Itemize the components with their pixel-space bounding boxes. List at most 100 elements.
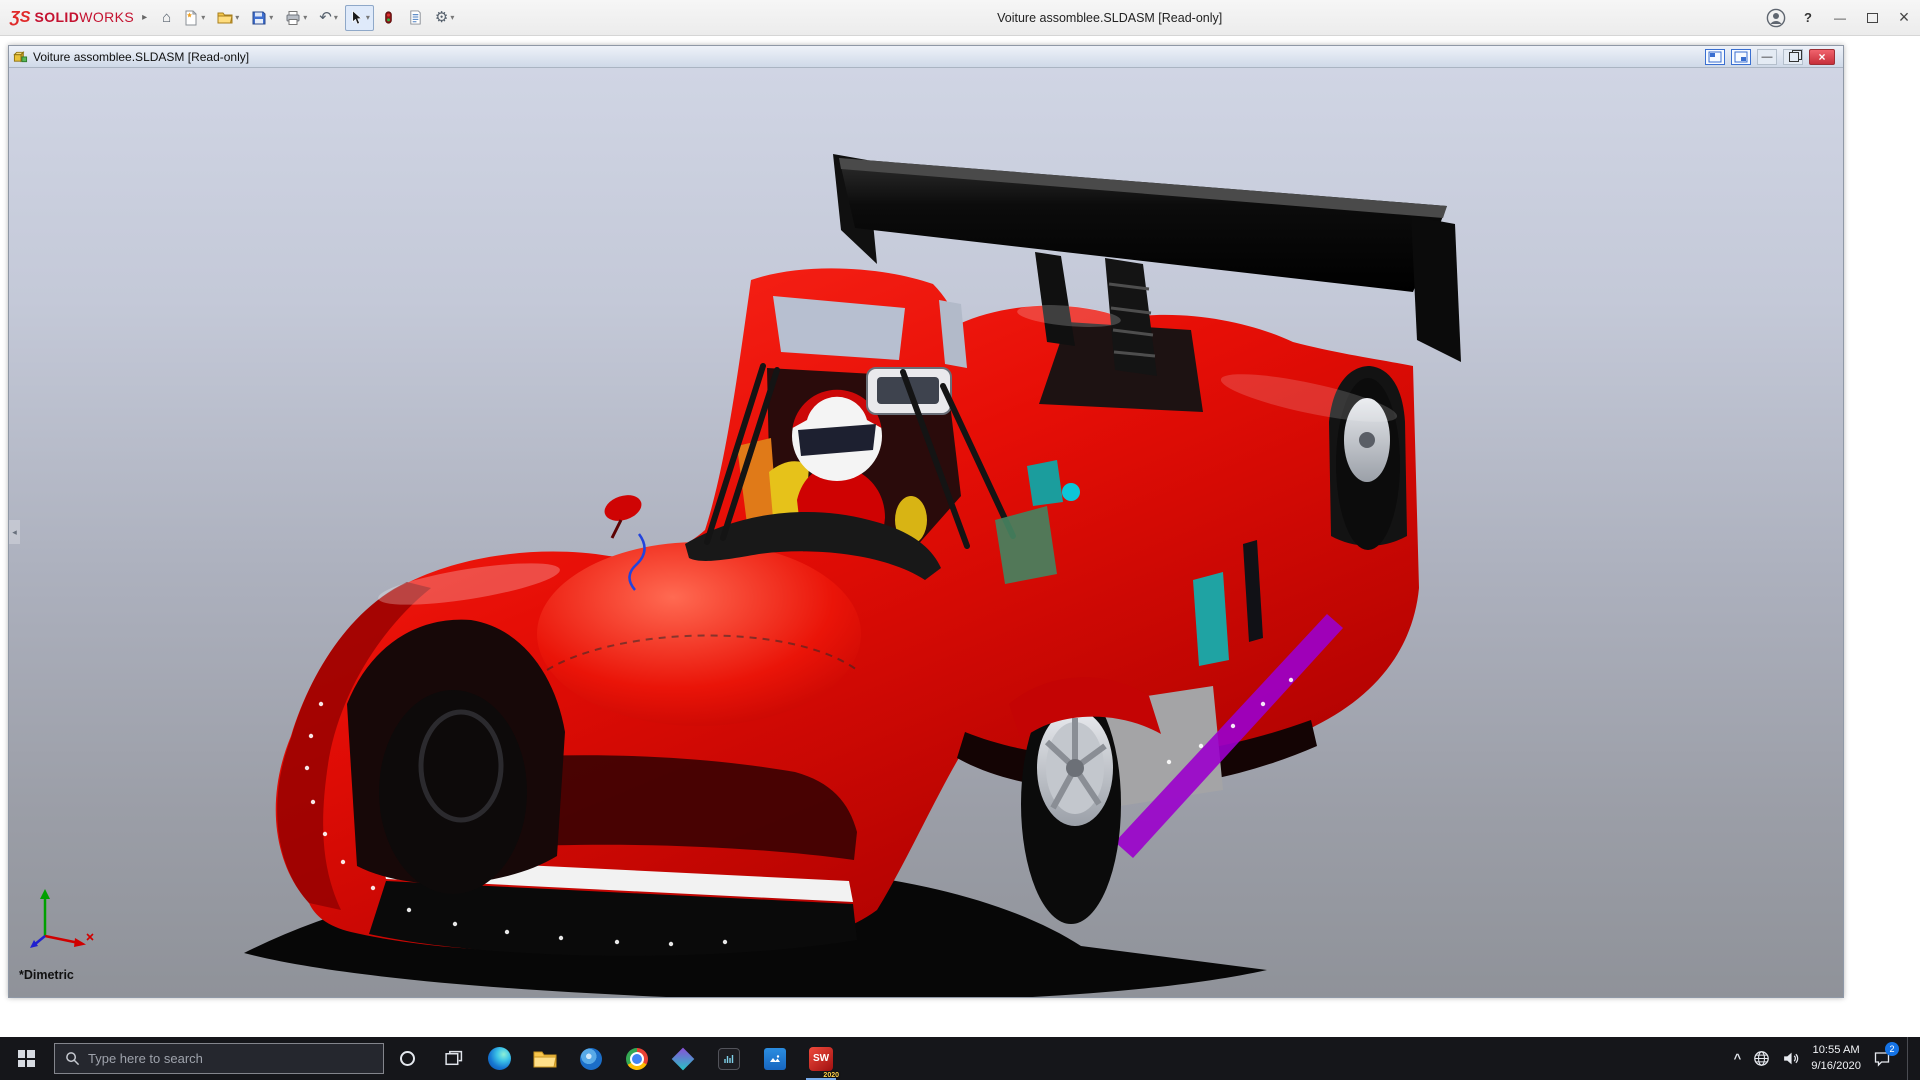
windows-logo-icon xyxy=(17,1050,35,1067)
tile-window-icon xyxy=(1708,51,1722,62)
far-hub xyxy=(1359,432,1375,448)
app-title: Voiture assomblee.SLDASM [Read-only] xyxy=(997,10,1223,25)
3d-viewer-button[interactable] xyxy=(660,1037,706,1080)
search-input[interactable] xyxy=(88,1051,373,1066)
maximize-icon xyxy=(1866,12,1878,23)
edge-icon xyxy=(487,1047,511,1070)
account-button[interactable] xyxy=(1760,0,1792,36)
new-document-button[interactable]: ▾ xyxy=(178,4,210,31)
solidworks-icon: SW xyxy=(809,1046,833,1071)
windows-taskbar: SW 2020 ^ 10:55 AM 9/16/2020 2 xyxy=(0,1037,1920,1080)
hood-dome xyxy=(537,542,861,726)
float-window-button[interactable] xyxy=(1731,48,1751,65)
home-button[interactable]: ⌂ xyxy=(157,4,176,31)
menu-flyout-arrow-icon[interactable]: ▸ xyxy=(142,12,147,23)
chrome-button[interactable] xyxy=(614,1037,660,1080)
speaker-icon xyxy=(1784,1052,1799,1065)
glass-teal xyxy=(1027,460,1063,506)
select-tool-button[interactable]: ▾ xyxy=(344,4,374,31)
save-button[interactable]: ▾ xyxy=(246,4,278,31)
solidworks-app-window: ƷS SOLID WORKS ▸ ⌂ ▾ ▾ ▾ ▾ ↶ ▾ ▾ ⚙ ▾ Voi… xyxy=(0,0,1920,1080)
glass-green xyxy=(995,506,1057,584)
start-button[interactable] xyxy=(0,1037,52,1080)
photos-button[interactable] xyxy=(752,1037,798,1080)
brand-solid: SOLID xyxy=(34,8,80,25)
assembly-document-icon xyxy=(13,51,28,63)
notification-badge: 2 xyxy=(1885,1042,1899,1056)
minimize-button[interactable]: — xyxy=(1824,0,1856,36)
file-explorer-button[interactable] xyxy=(522,1037,568,1080)
3d-viewport[interactable]: *Dimetric ◂ xyxy=(9,68,1843,997)
edge-button[interactable] xyxy=(476,1037,522,1080)
task-view-icon xyxy=(444,1050,462,1066)
doc-minimize-button[interactable]: — xyxy=(1757,48,1777,65)
tile-window-button[interactable] xyxy=(1705,48,1725,65)
print-button[interactable]: ▾ xyxy=(280,4,312,31)
doc-restore-button[interactable] xyxy=(1783,48,1803,65)
open-button[interactable]: ▾ xyxy=(212,4,244,31)
panel-collapse-arrow-icon[interactable]: ◂ xyxy=(9,520,20,544)
browser-button[interactable] xyxy=(568,1037,614,1080)
cortana-icon xyxy=(399,1051,415,1066)
view-orientation-label: *Dimetric xyxy=(19,968,74,982)
rebuild-button[interactable] xyxy=(376,4,401,31)
taskbar-clock[interactable]: 10:55 AM 9/16/2020 xyxy=(1811,1043,1861,1073)
dropdown-arrow-icon: ▾ xyxy=(303,13,308,22)
solidworks-year-label: 2020 xyxy=(823,1072,839,1079)
wing-endplate-right xyxy=(1411,216,1461,362)
dropdown-arrow-icon: ▾ xyxy=(201,13,206,22)
car-3d-model[interactable] xyxy=(244,154,1461,997)
dropdown-arrow-icon: ▾ xyxy=(333,13,338,22)
print-icon xyxy=(286,10,300,25)
front-wheel[interactable] xyxy=(347,619,565,894)
close-button[interactable]: × xyxy=(1888,0,1920,36)
dropdown-arrow-icon: ▾ xyxy=(269,13,274,22)
file-properties-icon xyxy=(410,10,421,25)
search-icon xyxy=(66,1052,80,1066)
notification-center-button[interactable]: 2 xyxy=(1873,1037,1899,1080)
maximize-button[interactable] xyxy=(1856,0,1888,36)
open-folder-icon xyxy=(217,12,233,23)
compass-browser-icon xyxy=(580,1047,602,1070)
hidden-icons-button[interactable]: ^ xyxy=(1734,1037,1742,1080)
left-mirror-stalk xyxy=(610,519,623,539)
media-app-button[interactable] xyxy=(706,1037,752,1080)
document-window-buttons: — × xyxy=(1705,48,1839,65)
clock-time: 10:55 AM xyxy=(1812,1044,1860,1057)
new-document-icon xyxy=(185,10,197,25)
restore-icon xyxy=(1788,49,1802,63)
brand-works: WORKS xyxy=(79,8,135,25)
taskbar-search[interactable] xyxy=(54,1043,384,1074)
select-arrow-icon xyxy=(352,10,362,25)
doc-close-button[interactable]: × xyxy=(1809,48,1835,65)
save-icon xyxy=(252,11,266,24)
app-titlebar: ƷS SOLID WORKS ▸ ⌂ ▾ ▾ ▾ ▾ ↶ ▾ ▾ ⚙ ▾ Voi… xyxy=(0,0,1920,36)
dropdown-arrow-icon: ▾ xyxy=(450,13,455,22)
task-view-button[interactable] xyxy=(430,1037,476,1080)
document-titlebar[interactable]: Voiture assomblee.SLDASM [Read-only] — × xyxy=(9,46,1843,68)
system-tray: ^ 10:55 AM 9/16/2020 2 xyxy=(1734,1037,1920,1080)
left-mirror-housing xyxy=(604,495,642,521)
photos-icon xyxy=(764,1047,786,1070)
3d-scene[interactable] xyxy=(9,68,1843,997)
window-controls: ? — × xyxy=(1760,0,1920,36)
3d-viewer-icon xyxy=(671,1047,695,1070)
file-properties-button[interactable] xyxy=(403,4,428,31)
gear-icon: ⚙ xyxy=(434,9,449,26)
undo-button[interactable]: ↶ ▾ xyxy=(314,4,343,31)
rear-hub xyxy=(1066,759,1084,777)
document-title: Voiture assomblee.SLDASM [Read-only] xyxy=(33,49,250,64)
rebuild-icon xyxy=(385,11,392,24)
help-button[interactable]: ? xyxy=(1792,0,1824,36)
file-explorer-icon xyxy=(533,1051,557,1067)
media-app-icon xyxy=(718,1047,740,1070)
show-desktop-button[interactable] xyxy=(1907,1037,1914,1080)
cortana-button[interactable] xyxy=(384,1037,430,1080)
solidworks-taskbar-button[interactable]: SW 2020 xyxy=(798,1037,844,1080)
volume-button[interactable] xyxy=(1782,1037,1799,1080)
quick-access-toolbar: ⌂ ▾ ▾ ▾ ▾ ↶ ▾ ▾ ⚙ ▾ xyxy=(157,4,459,31)
options-button[interactable]: ⚙ ▾ xyxy=(430,4,459,31)
front-tire xyxy=(379,690,527,894)
network-button[interactable] xyxy=(1753,1037,1770,1080)
chrome-icon xyxy=(626,1047,648,1070)
